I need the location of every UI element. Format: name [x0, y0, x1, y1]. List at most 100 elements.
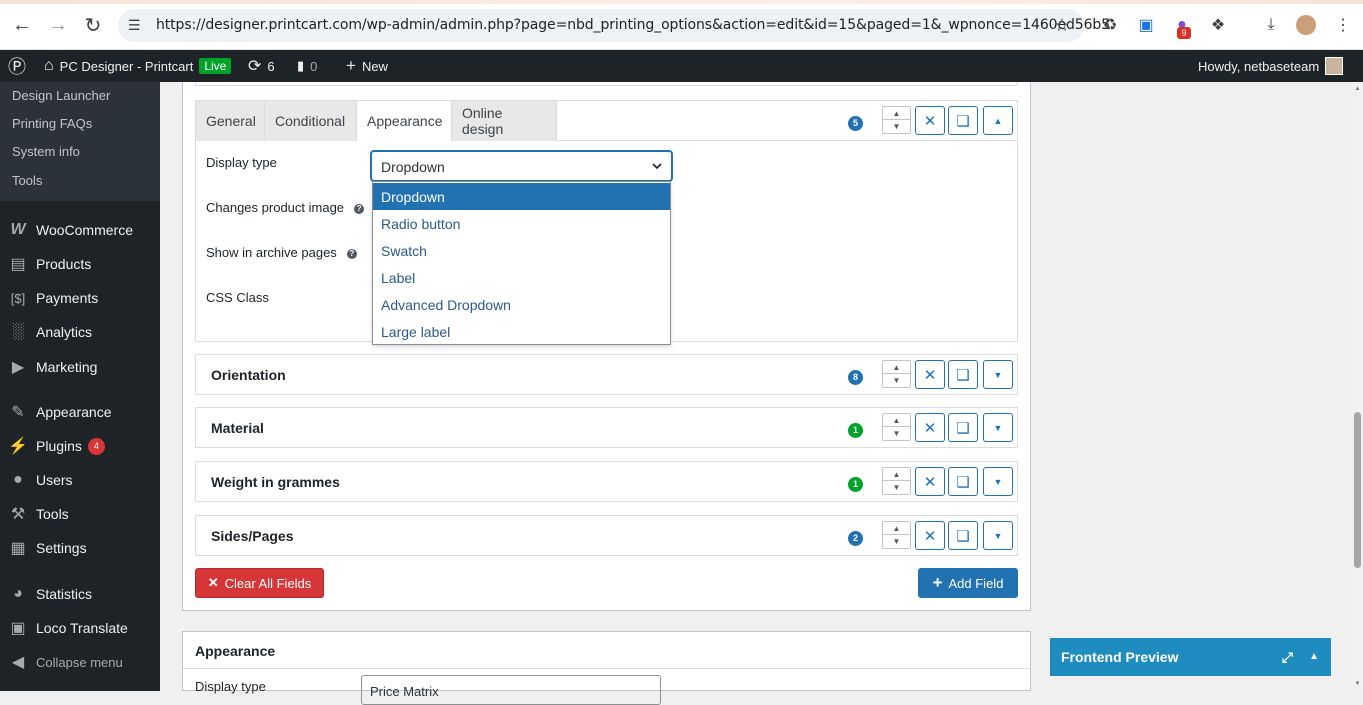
site-name-link[interactable]: ⌂ PC Designer - Printcart Live — [44, 50, 232, 82]
move-up-icon[interactable]: ▲ — [883, 107, 910, 120]
submenu-item[interactable]: Printing FAQs — [12, 116, 92, 131]
puzzle-icon[interactable]: ❖ — [1207, 14, 1229, 36]
extension-icon[interactable]: ▣ — [1135, 14, 1157, 36]
sidebar-item-plugins[interactable]: ⚡ Plugins 4 — [0, 429, 160, 463]
delete-field-button[interactable]: ✕ — [915, 360, 945, 389]
submenu-item[interactable]: Design Launcher — [12, 88, 110, 103]
sidebar-item-products[interactable]: ▤ Products — [0, 247, 160, 281]
download-icon[interactable]: ⤓ — [1260, 14, 1282, 36]
forward-icon[interactable]: → — [45, 12, 71, 38]
expand-field-button[interactable]: ▼ — [983, 521, 1013, 550]
scroll-up-icon[interactable]: ▲ — [1354, 86, 1361, 92]
address-bar[interactable]: ☰ https://designer.printcart.com/wp-admi… — [118, 9, 1110, 42]
copy-field-button[interactable]: ❏ — [948, 360, 978, 389]
sidebar-item-settings[interactable]: ▦ Settings — [0, 531, 160, 565]
url-text[interactable]: https://designer.printcart.com/wp-admin/… — [156, 17, 1110, 33]
move-down-icon[interactable]: ▼ — [883, 120, 910, 133]
dropdown-option[interactable]: Swatch — [373, 237, 670, 264]
move-up-icon[interactable]: ▲ — [883, 522, 910, 535]
dropdown-option[interactable]: Advanced Dropdown — [373, 291, 670, 318]
scrollbar-thumb[interactable] — [1354, 412, 1361, 568]
tab-online-design[interactable]: Online design — [452, 101, 557, 141]
sidebar-item-statistics[interactable]: ◕ Statistics — [0, 577, 160, 611]
sidebar-item-analytics[interactable]: ░ Analytics — [0, 315, 160, 349]
move-field-stepper[interactable]: ▲ ▼ — [882, 413, 911, 441]
delete-field-button[interactable]: ✕ — [915, 106, 945, 135]
help-icon[interactable]: ? — [346, 248, 357, 259]
field-count-badge: 8 — [848, 370, 863, 385]
site-settings-icon[interactable]: ☰ — [128, 17, 146, 35]
move-down-icon[interactable]: ▼ — [883, 427, 910, 440]
chevron-up-icon[interactable]: ▲ — [1309, 651, 1319, 666]
expand-field-button[interactable]: ▼ — [983, 360, 1013, 389]
dropdown-option[interactable]: Large label — [373, 318, 670, 345]
move-field-stepper[interactable]: ▲ ▼ — [882, 106, 911, 134]
delete-field-button[interactable]: ✕ — [915, 521, 945, 550]
copy-field-button[interactable]: ❏ — [948, 106, 978, 135]
delete-field-button[interactable]: ✕ — [915, 467, 945, 496]
menu-dots-icon[interactable]: ⋮ — [1332, 14, 1354, 36]
copy-field-button[interactable]: ❏ — [948, 521, 978, 550]
sidebar-item-tools[interactable]: ⚒ Tools — [0, 497, 160, 531]
fullscreen-icon[interactable]: ⤢ — [1282, 649, 1293, 666]
sidebar-item-woocommerce[interactable]: W WooCommerce — [0, 213, 160, 247]
collapse-field-button[interactable]: ▲ — [983, 106, 1013, 135]
help-icon[interactable]: ? — [354, 203, 365, 214]
dropdown-option[interactable]: Label — [373, 264, 670, 291]
collapse-menu-button[interactable]: ◀ Collapse menu — [0, 645, 160, 679]
move-down-icon[interactable]: ▼ — [883, 374, 910, 387]
dollar-icon: [$] — [10, 290, 26, 306]
howdy-text: Howdy, netbaseteam — [1198, 58, 1320, 74]
tab-conditional[interactable]: Conditional — [265, 101, 357, 141]
clear-all-fields-button[interactable]: ✕ Clear All Fields — [195, 568, 324, 598]
back-icon[interactable]: ← — [9, 12, 35, 38]
sidebar-item-label: Analytics — [36, 324, 93, 340]
frontend-preview-bar[interactable]: Frontend Preview ⤢ ▲ — [1050, 638, 1331, 676]
reload-icon[interactable]: ↻ — [80, 12, 106, 38]
expand-field-button[interactable]: ▼ — [983, 467, 1013, 496]
submenu: Design Launcher Printing FAQs System inf… — [0, 82, 160, 201]
clear-label: Clear All Fields — [224, 575, 312, 591]
move-field-stepper[interactable]: ▲ ▼ — [882, 467, 911, 495]
field-row-title: Sides/Pages — [211, 528, 294, 544]
close-icon: ✕ — [923, 527, 937, 545]
bar-chart-icon: ░ — [12, 323, 24, 340]
scroll-down-icon[interactable]: ▼ — [1354, 681, 1361, 687]
submenu-item[interactable]: System info — [12, 144, 80, 159]
show-archive-label: Show in archive pages? — [206, 245, 357, 260]
sidebar-item-payments[interactable]: [$] Payments — [0, 281, 160, 315]
profile-avatar[interactable] — [1296, 15, 1316, 35]
expand-field-button[interactable]: ▼ — [983, 413, 1013, 442]
wordpress-logo-icon[interactable]: Ⓟ — [8, 50, 26, 82]
tab-appearance[interactable]: Appearance — [357, 101, 452, 141]
move-field-stepper[interactable]: ▲ ▼ — [882, 521, 911, 549]
bookmark-star-icon[interactable]: ☆ — [1054, 15, 1070, 36]
recycle-extension-icon[interactable]: ♻ — [1099, 14, 1121, 36]
sidebar-item-appearance[interactable]: ✎ Appearance — [0, 395, 160, 429]
updates-link[interactable]: ⟳ 6 — [248, 50, 275, 82]
sidebar-item-users[interactable]: ● Users — [0, 463, 160, 497]
move-up-icon[interactable]: ▲ — [883, 414, 910, 427]
page-scrollbar[interactable]: ▲ ▼ — [1352, 82, 1363, 691]
add-field-button[interactable]: + Add Field — [918, 568, 1018, 598]
display-type-select[interactable]: Dropdown — [371, 151, 672, 181]
field-count-badge: 2 — [848, 531, 863, 546]
move-field-stepper[interactable]: ▲ ▼ — [882, 360, 911, 388]
dropdown-option[interactable]: Dropdown — [373, 183, 670, 210]
comments-link[interactable]: ▮ 0 — [297, 50, 317, 82]
move-up-icon[interactable]: ▲ — [883, 468, 910, 481]
account-menu[interactable]: Howdy, netbaseteam — [1198, 50, 1344, 82]
move-up-icon[interactable]: ▲ — [883, 361, 910, 374]
dropdown-option[interactable]: Radio button — [373, 210, 670, 237]
new-content-link[interactable]: + New — [346, 50, 388, 82]
move-down-icon[interactable]: ▼ — [883, 481, 910, 494]
move-down-icon[interactable]: ▼ — [883, 535, 910, 548]
copy-field-button[interactable]: ❏ — [948, 467, 978, 496]
delete-field-button[interactable]: ✕ — [915, 413, 945, 442]
appearance-display-select[interactable]: Price Matrix — [361, 675, 661, 705]
tab-general[interactable]: General — [196, 101, 265, 141]
sidebar-item-marketing[interactable]: ▶ Marketing — [0, 350, 160, 384]
submenu-item[interactable]: Tools — [12, 173, 42, 188]
copy-field-button[interactable]: ❏ — [948, 413, 978, 442]
sidebar-item-loco-translate[interactable]: ▣ Loco Translate — [0, 611, 160, 645]
